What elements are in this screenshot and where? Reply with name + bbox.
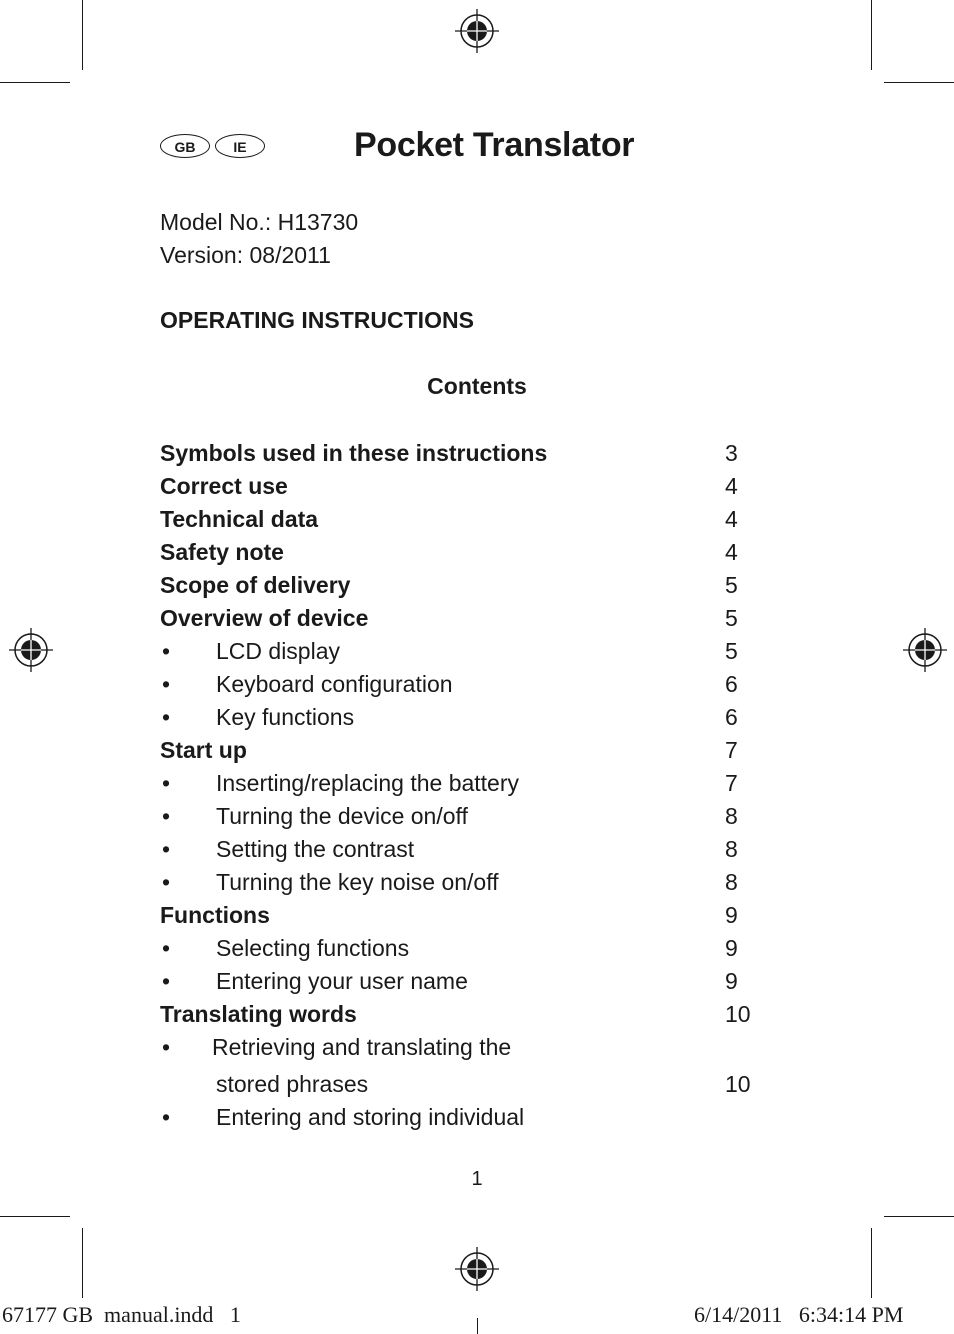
crop-mark — [82, 1228, 83, 1298]
toc-entry-label: Translating words — [160, 1001, 357, 1027]
toc-entry: • LCD display 5 — [160, 635, 780, 668]
registration-mark-icon — [9, 628, 53, 672]
toc-entry: Functions 9 — [160, 899, 780, 932]
bullet-icon: • — [162, 704, 171, 730]
toc-entry-page: 9 — [725, 902, 738, 928]
slug-timestamp: 6/14/2011 6:34:14 PM — [694, 1302, 904, 1327]
crop-mark — [884, 82, 954, 83]
toc-entry: • Entering your user name 9 — [160, 965, 780, 998]
toc-entry-page: 4 — [725, 473, 738, 499]
toc-entry-label: Symbols used in these instructions — [160, 440, 548, 466]
toc-entry-page: 6 — [725, 671, 738, 697]
bullet-icon: • — [162, 671, 171, 697]
toc-entry-page: 5 — [725, 572, 738, 598]
toc-entry-label: Turning the key noise on/off — [216, 869, 499, 895]
toc-entry-label: Overview of device — [160, 605, 369, 631]
section-heading: OPERATING INSTRUCTIONS — [160, 307, 474, 333]
toc-entry: Symbols used in these instructions 3 — [160, 437, 780, 470]
toc-entry-label: Safety note — [160, 539, 284, 565]
slug-file-info: 67177 GB manual.indd 1 — [2, 1302, 241, 1327]
toc-entry-page: 10 — [725, 1071, 751, 1097]
toc-entry-page: 8 — [725, 869, 738, 895]
toc-entry: • Keyboard configuration 6 — [160, 668, 780, 701]
registration-mark-icon — [455, 9, 499, 53]
toc-entry-label: Entering your user name — [216, 968, 468, 994]
toc-entry-label: Functions — [160, 902, 270, 928]
crop-mark — [871, 1228, 872, 1298]
toc-entry: • Inserting/replacing the battery 7 — [160, 767, 780, 800]
bullet-icon: • — [162, 1104, 171, 1130]
crop-mark — [82, 0, 83, 70]
toc-entry: Start up 7 — [160, 734, 780, 767]
toc-entry: • Turning the device on/off 8 — [160, 800, 780, 833]
toc-entry: Correct use 4 — [160, 470, 780, 503]
toc-entry-label: Retrieving and translating the — [212, 1034, 512, 1060]
toc-entry-page: 7 — [725, 770, 738, 796]
registration-mark-icon — [455, 1247, 499, 1291]
toc-entry-page: 5 — [725, 638, 738, 664]
document-title: Pocket Translator — [354, 126, 635, 164]
toc-entry-page: 5 — [725, 605, 738, 631]
toc-entry: Safety note 4 — [160, 536, 780, 569]
toc-entry: Translating words 10 — [160, 998, 780, 1031]
toc-entry-page: 9 — [725, 935, 738, 961]
contents-title: Contents — [427, 373, 527, 399]
toc-entry-label: Correct use — [160, 473, 288, 499]
toc-entry-label: Setting the contrast — [216, 836, 415, 862]
bullet-icon: • — [162, 803, 171, 829]
toc-entry: • Turning the key noise on/off 8 — [160, 866, 780, 899]
crop-mark — [0, 82, 70, 83]
toc-entry-page: 3 — [725, 440, 738, 466]
toc-entry-label: Inserting/replacing the battery — [216, 770, 520, 796]
toc-entry: Scope of delivery 5 — [160, 569, 780, 602]
toc-entry-page: 6 — [725, 704, 738, 730]
toc-entry: Overview of device 5 — [160, 602, 780, 635]
toc-entry-label: Key functions — [216, 704, 355, 730]
toc-entry-label: Start up — [160, 737, 247, 763]
crop-mark — [884, 1216, 954, 1217]
toc-entry: • Entering and storing individual — [160, 1101, 780, 1134]
bullet-icon: • — [162, 836, 171, 862]
toc-entry-label: Scope of delivery — [160, 572, 351, 598]
toc-entry: • Setting the contrast 8 — [160, 833, 780, 866]
toc-entry: • Retrieving and translating the — [160, 1031, 780, 1064]
registration-mark-icon — [903, 628, 947, 672]
toc-entry-label: Turning the device on/off — [216, 803, 468, 829]
crop-mark — [871, 0, 872, 70]
crop-mark — [477, 1318, 478, 1334]
bullet-icon: • — [162, 638, 171, 664]
bullet-icon: • — [162, 968, 171, 994]
country-badge-ie: IE — [215, 134, 265, 158]
toc-entry-label: LCD display — [216, 638, 340, 664]
toc-entry: stored phrases 10 — [160, 1068, 780, 1101]
bullet-icon: • — [162, 869, 171, 895]
bullet-icon: • — [162, 935, 171, 961]
toc-entry-page: 10 — [725, 1001, 751, 1027]
toc-entry-label: stored phrases — [216, 1071, 369, 1097]
toc-entry-label: Keyboard configuration — [216, 671, 453, 697]
bullet-icon: • — [162, 1034, 171, 1060]
toc-entry-label: Selecting functions — [216, 935, 410, 961]
toc-entry-label: Technical data — [160, 506, 319, 532]
toc-entry: Technical data 4 — [160, 503, 780, 536]
country-badge-gb: GB — [160, 134, 210, 158]
page-number: 1 — [471, 1168, 483, 1190]
toc-entry-page: 4 — [725, 539, 738, 565]
toc-entry-page: 7 — [725, 737, 738, 763]
toc-entry-page: 8 — [725, 803, 738, 829]
bullet-icon: • — [162, 770, 171, 796]
toc-entry-page: 9 — [725, 968, 738, 994]
toc-entry: • Key functions 6 — [160, 701, 780, 734]
toc-entry-page: 8 — [725, 836, 738, 862]
model-number: Model No.: H13730 — [160, 209, 359, 235]
toc-entry-label: Entering and storing individual — [216, 1104, 525, 1130]
toc-entry: • Selecting functions 9 — [160, 932, 780, 965]
toc-entry-page: 4 — [725, 506, 738, 532]
version: Version: 08/2011 — [160, 242, 331, 268]
crop-mark — [0, 1216, 70, 1217]
